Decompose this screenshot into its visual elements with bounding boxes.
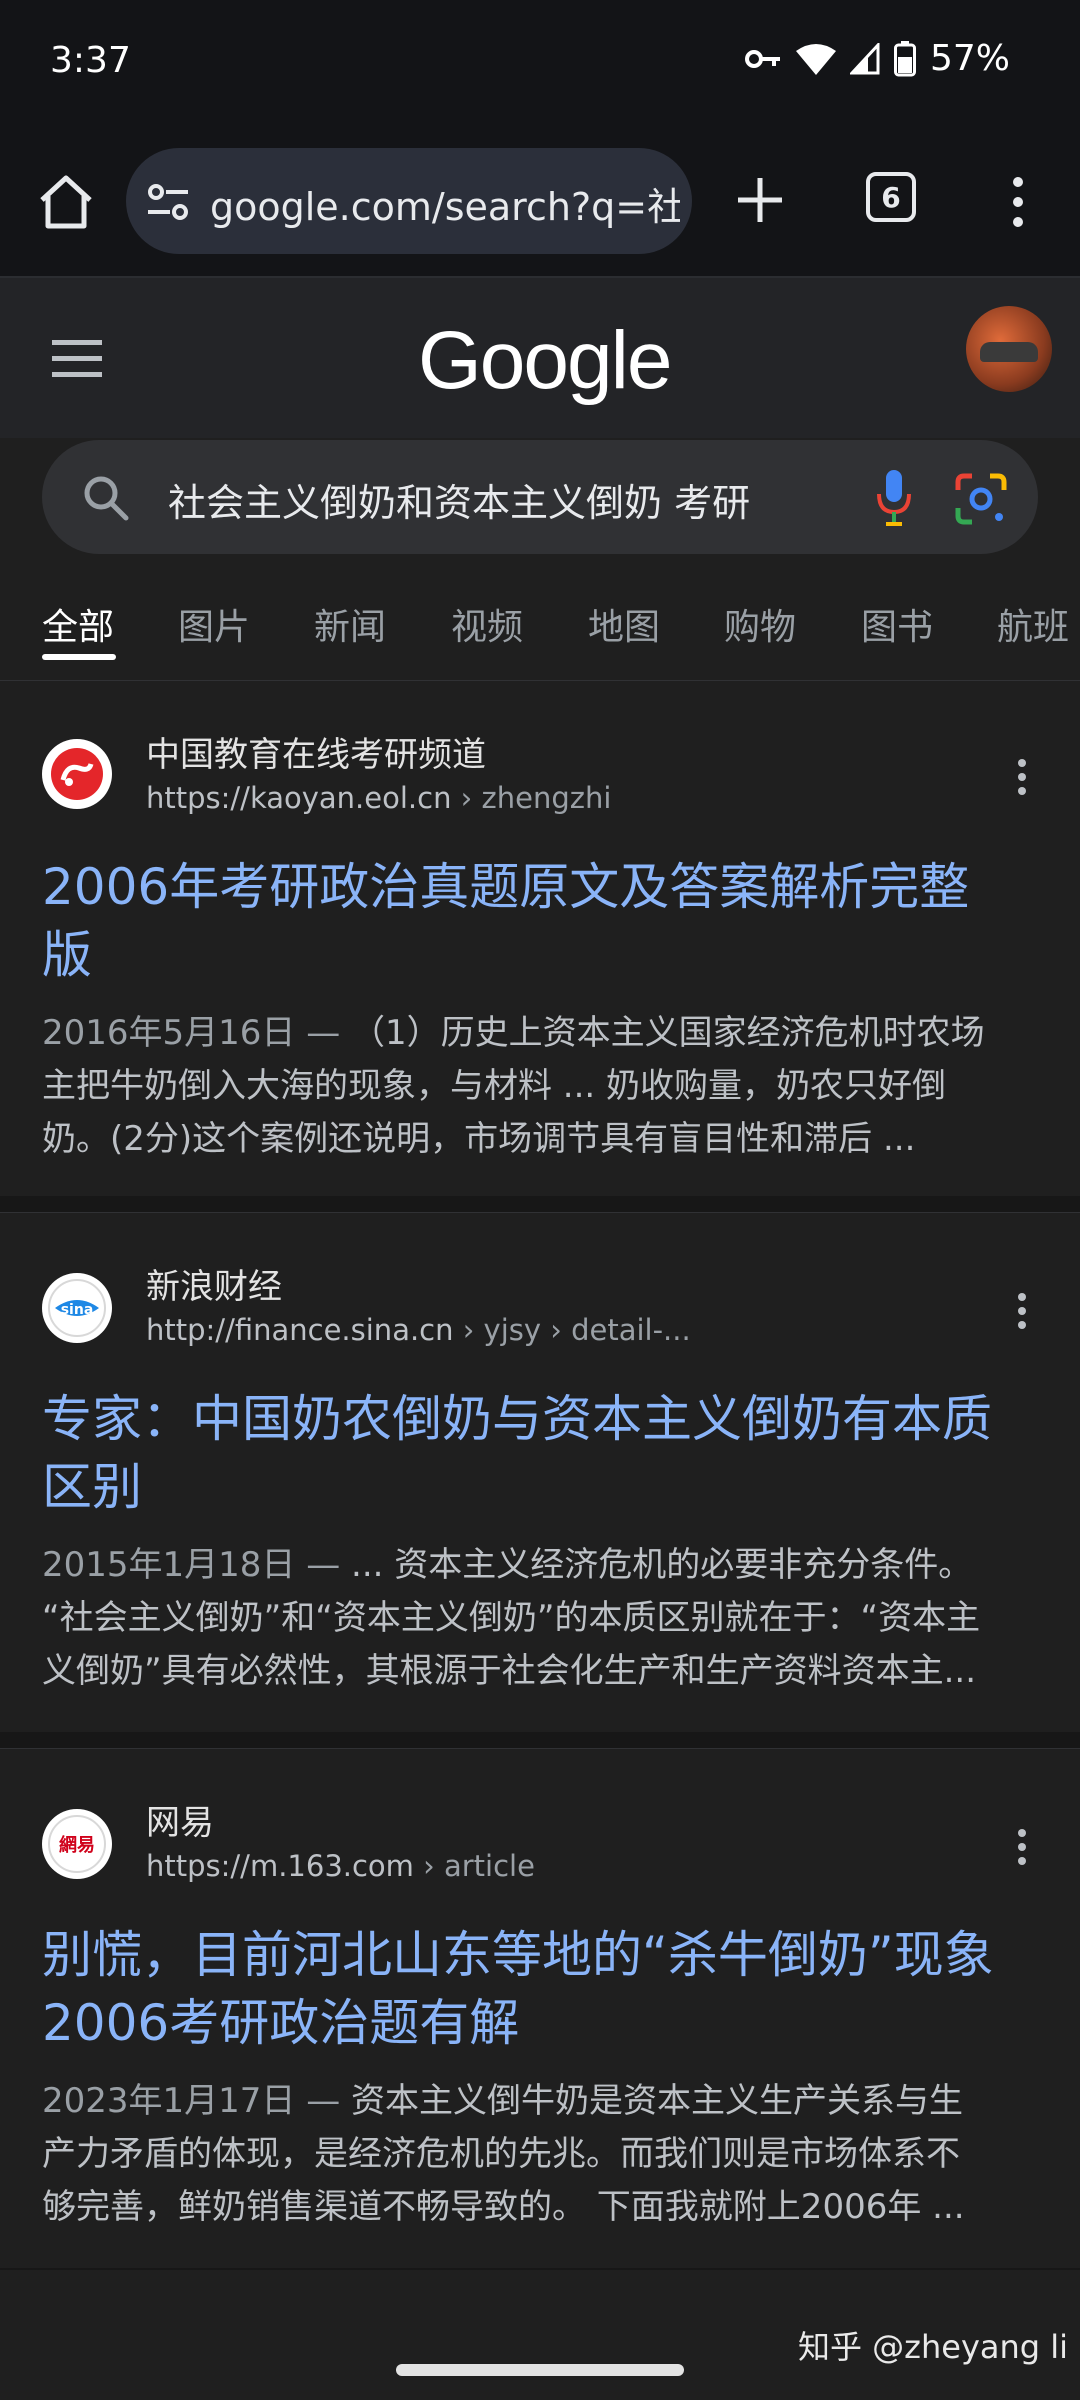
account-avatar[interactable] xyxy=(966,306,1052,392)
sina-logo-mark: sina xyxy=(48,1279,106,1337)
tab-maps[interactable]: 地图 xyxy=(588,598,660,650)
vpn-key-icon xyxy=(744,49,780,68)
result-date: 2023年1月17日 — xyxy=(42,2081,352,2121)
search-box[interactable]: 社会主义倒奶和资本主义倒奶 考研 xyxy=(42,440,1038,554)
more-options-icon[interactable] xyxy=(1000,170,1036,234)
result-more-icon[interactable] xyxy=(1016,1291,1028,1331)
result-separator xyxy=(0,1196,1080,1212)
google-lens-icon[interactable] xyxy=(954,472,1008,526)
result-title-line: 专家：中国奶农倒奶与资本主义倒奶有本质 xyxy=(42,1390,992,1448)
result-site-name: 网易 xyxy=(146,1803,214,1843)
result-url-base: https://kaoyan.eol.cn xyxy=(146,781,452,815)
voice-search-icon[interactable] xyxy=(874,468,914,528)
result-url[interactable]: https://m.163.com › article xyxy=(146,1849,535,1883)
address-bar[interactable]: google.com/search?q=社 xyxy=(126,148,692,254)
sina-logo-icon[interactable]: sina xyxy=(42,1273,112,1343)
avatar-image xyxy=(980,342,1038,362)
result-url-path: › zhengzhi xyxy=(451,781,612,815)
tab-images[interactable]: 图片 xyxy=(178,598,250,650)
search-result-card: sina 新浪财经 http://finance.sina.cn › yjsy … xyxy=(0,1212,1080,1733)
result-url-path: › yjsy › detail-... xyxy=(453,1313,691,1347)
search-icon xyxy=(84,476,129,521)
tab-videos[interactable]: 视频 xyxy=(451,598,523,650)
tab-flights[interactable]: 航班 xyxy=(997,598,1069,650)
result-title[interactable]: 2006年考研政治真题原文及答案解析完整版 xyxy=(42,853,1042,989)
result-separator xyxy=(0,1732,1080,1748)
search-input[interactable]: 社会主义倒奶和资本主义倒奶 考研 xyxy=(168,472,828,527)
status-icons: 57% xyxy=(744,38,1010,79)
result-url[interactable]: http://finance.sina.cn › yjsy › detail-.… xyxy=(146,1313,691,1347)
result-title-line: 版 xyxy=(42,926,92,984)
result-title-line: 别慌，目前河北山东等地的“杀牛倒奶”现象 xyxy=(42,1926,994,1984)
result-snippet: 2015年1月18日 — ... 资本主义经济危机的必要非充分条件。 “社会主义… xyxy=(42,1539,1042,1698)
snippet-line: ... 资本主义经济危机的必要非充分条件。 xyxy=(351,1545,973,1585)
google-logo[interactable]: Google xyxy=(418,314,672,408)
result-more-icon[interactable] xyxy=(1016,757,1028,797)
result-url-base: http://finance.sina.cn xyxy=(146,1313,454,1347)
search-result-card: 網易 网易 https://m.163.com › article 别慌，目前河… xyxy=(0,1748,1080,2269)
netease-logo-icon[interactable]: 網易 xyxy=(42,1809,112,1879)
status-bar: 3:37 57% xyxy=(0,0,1080,130)
gesture-navigation-bar[interactable] xyxy=(396,2364,684,2376)
tab-news[interactable]: 新闻 xyxy=(314,598,386,650)
url-text: google.com/search?q=社 xyxy=(210,185,680,229)
result-url-path: › article xyxy=(413,1849,535,1883)
battery-percent: 57% xyxy=(929,38,1010,79)
result-title-line: 区别 xyxy=(42,1458,142,1516)
snippet-line: 义倒奶”具有必然性，其根源于社会化生产和生产资料资本主... xyxy=(42,1651,977,1691)
status-time: 3:37 xyxy=(50,40,131,81)
result-snippet: 2016年5月16日 — （1）历史上资本主义国家经济危机时农场 主把牛奶倒入大… xyxy=(42,1007,1042,1166)
result-more-icon[interactable] xyxy=(1016,1827,1028,1867)
watermark-text: 知乎 @zheyang li xyxy=(798,2328,1069,2366)
search-result-card: 中国教育在线考研频道 https://kaoyan.eol.cn › zheng… xyxy=(0,680,1080,1195)
snippet-line: 主把牛奶倒入大海的现象，与材料 ... 奶收购量，奶农只好倒 xyxy=(42,1066,947,1106)
result-url[interactable]: https://kaoyan.eol.cn › zhengzhi xyxy=(146,781,611,815)
result-title-line: 2006考研政治题有解 xyxy=(42,1994,520,2052)
menu-icon[interactable] xyxy=(50,336,108,380)
netease-logo-mark: 網易 xyxy=(48,1815,106,1873)
browser-toolbar: google.com/search?q=社 6 xyxy=(0,130,1080,278)
snippet-line: 产力矛盾的体现，是经济危机的先兆。而我们则是市场体系不 xyxy=(42,2134,960,2174)
snippet-line: （1）历史上资本主义国家经济危机时农场 xyxy=(351,1013,985,1053)
result-date: 2015年1月18日 — xyxy=(42,1545,352,1585)
site-settings-icon[interactable] xyxy=(146,182,190,222)
snippet-line: 奶。(2分)这个案例还说明，市场调节具有盲目性和滞后 ... xyxy=(42,1119,916,1159)
wifi-icon xyxy=(795,43,836,75)
home-icon[interactable] xyxy=(34,170,98,234)
result-site-name: 新浪财经 xyxy=(146,1267,282,1307)
tab-shopping[interactable]: 购物 xyxy=(724,598,796,650)
tab-books[interactable]: 图书 xyxy=(861,598,933,650)
snippet-line: 资本主义倒牛奶是资本主义生产关系与生 xyxy=(351,2081,964,2121)
result-url-base: https://m.163.com xyxy=(146,1849,414,1883)
result-title[interactable]: 别慌，目前河北山东等地的“杀牛倒奶”现象 2006考研政治题有解 xyxy=(42,1921,1042,2057)
snippet-line: 够完善，鲜奶销售渠道不畅导致的。 下面我就附上2006年 ... xyxy=(42,2187,965,2227)
google-header: Google xyxy=(0,278,1080,438)
active-tab-indicator xyxy=(42,654,116,660)
result-snippet: 2023年1月17日 — 资本主义倒牛奶是资本主义生产关系与生 产力矛盾的体现，… xyxy=(42,2075,1042,2234)
result-title[interactable]: 专家：中国奶农倒奶与资本主义倒奶有本质 区别 xyxy=(42,1385,1042,1521)
battery-icon xyxy=(893,40,916,76)
tab-all[interactable]: 全部 xyxy=(42,598,114,650)
new-tab-icon[interactable] xyxy=(730,170,790,230)
eol-logo-icon[interactable] xyxy=(42,739,112,809)
snippet-line: “社会主义倒奶”和“资本主义倒奶”的本质区别就在于：“资本主 xyxy=(42,1598,981,1638)
signal-icon xyxy=(849,42,880,74)
search-tabs: 全部 图片 新闻 视频 地图 购物 图书 航班 xyxy=(0,568,1080,678)
tab-switcher-button[interactable]: 6 xyxy=(866,172,916,222)
result-date: 2016年5月16日 — xyxy=(42,1013,352,1053)
result-title-line: 2006年考研政治真题原文及答案解析完整 xyxy=(42,858,970,916)
svg-text:sina: sina xyxy=(61,1302,94,1318)
result-site-name: 中国教育在线考研频道 xyxy=(146,735,486,775)
netease-logo-text: 網易 xyxy=(59,1834,95,1856)
eol-logo-mark xyxy=(51,748,103,800)
